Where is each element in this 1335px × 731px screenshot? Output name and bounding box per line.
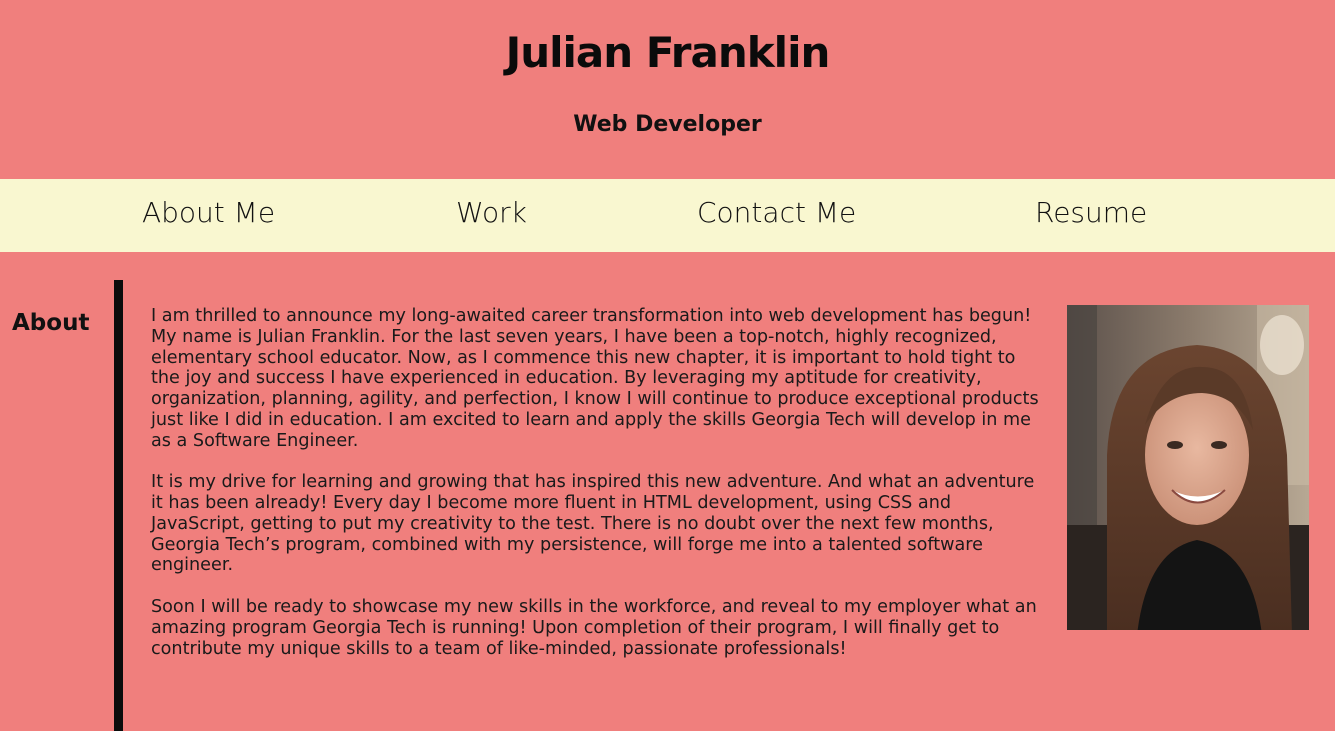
about-paragraph: I am thrilled to announce my long-awaite… xyxy=(151,306,1039,451)
about-text: I am thrilled to announce my long-awaite… xyxy=(151,306,1041,680)
nav-resume[interactable]: Resume xyxy=(1035,196,1147,229)
nav-work[interactable]: Work xyxy=(456,196,527,229)
site-header: Julian Franklin Web Developer xyxy=(0,0,1335,179)
about-paragraph: Soon I will be ready to showcase my new … xyxy=(151,596,1037,659)
nav-contact-me[interactable]: Contact Me xyxy=(697,196,856,229)
profile-photo-image xyxy=(1067,305,1309,630)
main-nav: About Me Work Contact Me Resume xyxy=(0,179,1335,252)
site-title: Julian Franklin xyxy=(505,28,831,77)
about-heading: About xyxy=(12,310,90,336)
about-paragraph: It is my drive for learning and growing … xyxy=(151,472,1035,576)
profile-photo xyxy=(1067,305,1309,630)
section-divider xyxy=(114,280,123,731)
nav-about-me[interactable]: About Me xyxy=(142,196,275,229)
site-subtitle: Web Developer xyxy=(573,112,762,137)
about-section: About I am thrilled to announce my long-… xyxy=(0,252,1335,731)
